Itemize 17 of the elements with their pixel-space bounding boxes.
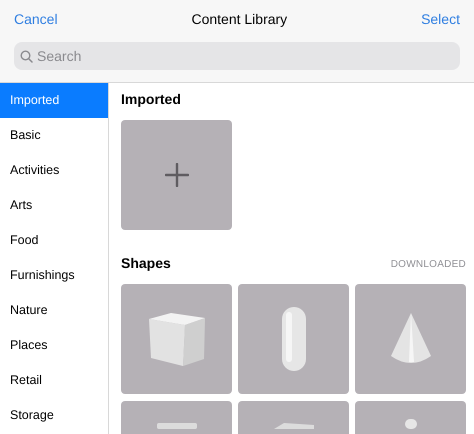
nav-title: Content Library bbox=[191, 10, 288, 29]
cancel-button[interactable]: Cancel bbox=[14, 9, 58, 30]
sidebar-item[interactable]: Arts bbox=[0, 188, 108, 223]
select-button[interactable]: Select bbox=[421, 9, 460, 30]
download-status: DOWNLOADED bbox=[390, 258, 466, 272]
sidebar-item[interactable]: Retail bbox=[0, 363, 108, 398]
section-title: Shapes bbox=[121, 254, 171, 273]
sidebar-item[interactable]: Activities bbox=[0, 153, 108, 188]
sidebar-item[interactable]: Nature bbox=[0, 293, 108, 328]
sidebar-item[interactable]: Food bbox=[0, 223, 108, 258]
sidebar-item[interactable]: Basic bbox=[0, 118, 108, 153]
search-field[interactable]: Search bbox=[14, 42, 460, 70]
sidebar-item[interactable]: Places bbox=[0, 328, 108, 363]
sidebar-item[interactable]: Storage bbox=[0, 398, 108, 433]
sidebar-item[interactable]: Furnishings bbox=[0, 258, 108, 293]
section-title: Imported bbox=[121, 90, 181, 109]
sidebar-item[interactable]: Imported bbox=[0, 83, 108, 118]
